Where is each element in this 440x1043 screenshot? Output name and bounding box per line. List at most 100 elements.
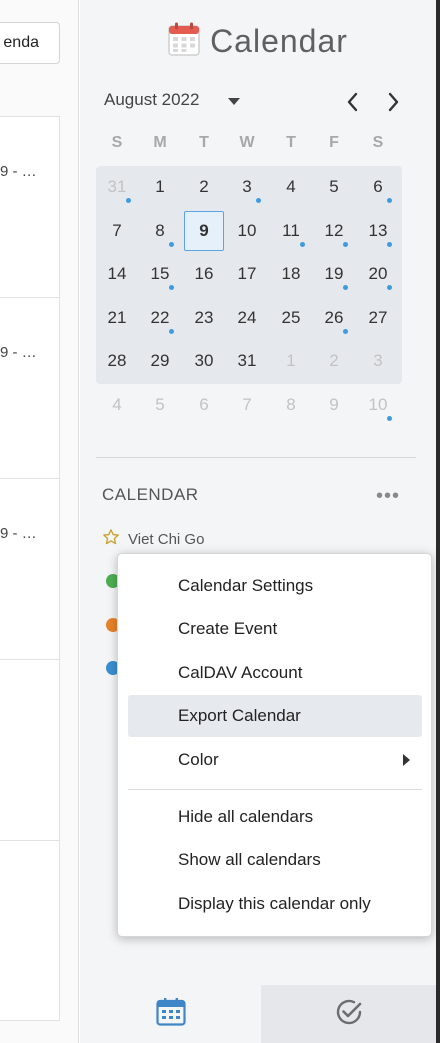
menu-item-calendar-settings[interactable]: Calendar Settings — [128, 565, 422, 607]
day-cell[interactable]: 21 — [97, 300, 137, 336]
weekday-label: S — [372, 134, 384, 151]
agenda-item-time: 9 - … — [0, 525, 37, 542]
event-indicator-dot — [387, 285, 392, 290]
window-edge — [436, 0, 440, 1043]
calendar-owner[interactable]: Viet Chi Go — [102, 528, 204, 551]
agenda-view-button[interactable]: enda — [0, 22, 60, 64]
agenda-pane: enda 9 - … 9 - … 9 - … — [0, 0, 79, 1043]
agenda-item[interactable] — [0, 841, 60, 1022]
day-cell[interactable]: 5 — [314, 169, 354, 205]
day-cell[interactable]: 7 — [227, 387, 267, 423]
day-cell[interactable]: 8 — [140, 213, 180, 249]
day-cell[interactable]: 29 — [140, 343, 180, 379]
weekday-label: T — [199, 134, 209, 151]
day-cell[interactable]: 3 — [358, 343, 398, 379]
chevron-left-icon[interactable] — [341, 90, 365, 114]
day-cell[interactable]: 31 — [97, 169, 137, 205]
day-cell[interactable]: 27 — [358, 300, 398, 336]
calendar-grid-icon — [155, 997, 186, 1031]
menu-item-export-calendar[interactable]: Export Calendar — [128, 695, 422, 737]
submenu-arrow-icon — [403, 754, 410, 766]
month-label[interactable]: August 2022 — [104, 90, 199, 109]
day-cell[interactable]: 18 — [271, 256, 311, 292]
menu-item-show-all-calendars[interactable]: Show all calendars — [128, 839, 422, 881]
day-cell[interactable]: 4 — [97, 387, 137, 423]
weekday-label: W — [239, 134, 255, 151]
day-cell[interactable]: 13 — [358, 213, 398, 249]
calendar-header: Calendar — [80, 22, 436, 61]
agenda-item[interactable]: 9 - … — [0, 479, 60, 660]
more-options-icon[interactable]: ••• — [376, 485, 400, 508]
agenda-item[interactable]: 9 - … — [0, 117, 60, 298]
day-cell[interactable]: 4 — [271, 169, 311, 205]
day-cell[interactable]: 10 — [227, 213, 267, 249]
tab-calendar[interactable] — [80, 985, 261, 1043]
day-cell[interactable]: 1 — [140, 169, 180, 205]
chevron-down-icon[interactable] — [228, 98, 240, 105]
menu-separator — [128, 789, 422, 790]
menu-item-hide-all-calendars[interactable]: Hide all calendars — [128, 796, 422, 838]
day-cell[interactable]: 25 — [271, 300, 311, 336]
menu-item-create-event[interactable]: Create Event — [128, 608, 422, 650]
calendar-title: Calendar — [210, 23, 348, 59]
event-indicator-dot — [169, 285, 174, 290]
day-cell[interactable]: 10 — [358, 387, 398, 423]
agenda-item[interactable] — [0, 660, 60, 841]
day-cell[interactable]: 23 — [184, 300, 224, 336]
menu-item-display-this-calendar-only[interactable]: Display this calendar only — [128, 883, 422, 925]
menu-item-caldav-account[interactable]: CalDAV Account — [128, 652, 422, 694]
agenda-list: 9 - … 9 - … 9 - … — [0, 116, 60, 1021]
day-cell[interactable]: 14 — [97, 256, 137, 292]
check-circle-icon — [334, 997, 364, 1032]
day-cell[interactable]: 15 — [140, 256, 180, 292]
day-cell[interactable]: 12 — [314, 213, 354, 249]
tab-tasks[interactable] — [261, 985, 436, 1043]
event-indicator-dot — [343, 329, 348, 334]
day-cell-today[interactable]: 9 — [184, 211, 224, 251]
menu-item-label: Color — [178, 750, 219, 769]
day-cell[interactable]: 2 — [184, 169, 224, 205]
menu-item-label: Calendar Settings — [178, 576, 314, 595]
day-cell[interactable]: 6 — [358, 169, 398, 205]
day-cell[interactable]: 5 — [140, 387, 180, 423]
day-cell[interactable]: 16 — [184, 256, 224, 292]
menu-item-label: CalDAV Account — [178, 663, 303, 682]
bottom-tab-bar — [80, 985, 436, 1043]
day-cell[interactable]: 2 — [314, 343, 354, 379]
event-indicator-dot — [387, 198, 392, 203]
event-indicator-dot — [256, 198, 261, 203]
day-cell[interactable]: 20 — [358, 256, 398, 292]
calendar-context-menu: Calendar Settings Create Event CalDAV Ac… — [117, 553, 432, 937]
day-cell[interactable]: 28 — [97, 343, 137, 379]
event-indicator-dot — [387, 416, 392, 421]
calendar-section-label: CALENDAR — [102, 485, 199, 504]
star-icon[interactable] — [102, 528, 120, 551]
day-cell[interactable]: 17 — [227, 256, 267, 292]
day-cell[interactable]: 7 — [97, 213, 137, 249]
agenda-item-time: 9 - … — [0, 163, 37, 180]
day-cell[interactable]: 6 — [184, 387, 224, 423]
day-cell[interactable]: 19 — [314, 256, 354, 292]
weekday-label: T — [286, 134, 296, 151]
day-cell[interactable]: 3 — [227, 169, 267, 205]
day-cell[interactable]: 22 — [140, 300, 180, 336]
day-cell[interactable]: 26 — [314, 300, 354, 336]
event-indicator-dot — [343, 242, 348, 247]
calendar-icon — [168, 22, 200, 61]
day-cell[interactable]: 30 — [184, 343, 224, 379]
day-cell[interactable]: 31 — [227, 343, 267, 379]
day-cell[interactable]: 9 — [314, 387, 354, 423]
day-cell[interactable]: 24 — [227, 300, 267, 336]
chevron-right-icon[interactable] — [381, 90, 405, 114]
weekday-label: S — [111, 134, 123, 151]
menu-item-label: Display this calendar only — [178, 894, 371, 913]
event-indicator-dot — [387, 242, 392, 247]
calendar-owner-name: Viet Chi Go — [128, 531, 205, 548]
day-cell[interactable]: 8 — [271, 387, 311, 423]
menu-item-label: Hide all calendars — [178, 807, 314, 826]
day-cell[interactable]: 11 — [271, 213, 311, 249]
menu-item-color[interactable]: Color — [128, 739, 422, 781]
agenda-item[interactable]: 9 - … — [0, 298, 60, 479]
agenda-item-time: 9 - … — [0, 344, 37, 361]
day-cell[interactable]: 1 — [271, 343, 311, 379]
